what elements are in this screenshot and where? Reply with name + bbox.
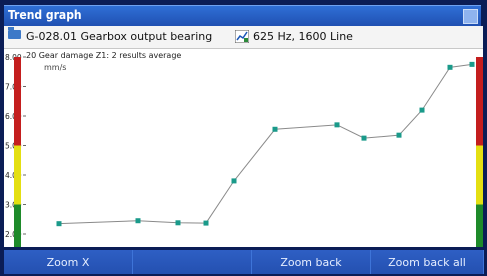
left-alarm-band-green bbox=[14, 204, 21, 247]
right-alarm-band-red bbox=[476, 57, 483, 146]
zoom-back-button[interactable]: Zoom back bbox=[252, 250, 371, 274]
zoom-x-button[interactable]: Zoom X bbox=[4, 250, 133, 274]
trend-data-point[interactable] bbox=[135, 218, 141, 224]
trend-data-point[interactable] bbox=[447, 64, 453, 70]
y-unit-label: mm/s bbox=[44, 63, 66, 72]
machine-label: G-028.01 Gearbox output bearing bbox=[26, 30, 213, 43]
trend-data-point[interactable] bbox=[334, 122, 340, 128]
trend-data-point[interactable] bbox=[469, 61, 475, 67]
measurement-label: 625 Hz, 1600 Line bbox=[253, 30, 353, 43]
zoom-back-all-button[interactable]: Zoom back all bbox=[371, 250, 484, 274]
trend-data-point[interactable] bbox=[272, 126, 278, 132]
title-bar: Trend graph bbox=[4, 5, 481, 27]
trend-data-point[interactable] bbox=[203, 220, 209, 226]
measurement-header: G-028.01 Gearbox output bearing 625 Hz, … bbox=[4, 26, 483, 49]
empty-toolbar-button[interactable] bbox=[133, 250, 252, 274]
window-frame: Trend graph G-028.01 Gearbox output bear… bbox=[0, 0, 487, 276]
trend-plot-area[interactable]: 8.00 7.00 6.00 5.00 4.00 3.00 2.00 20 Gear dam… bbox=[4, 49, 483, 247]
right-alarm-band-yellow bbox=[476, 145, 483, 205]
trend-data-point[interactable] bbox=[56, 221, 62, 227]
trend-chart[interactable]: 8.007.006.005.004.003.002.00 20 Gear dam… bbox=[4, 49, 483, 247]
window-control-button[interactable] bbox=[463, 9, 478, 24]
trend-data-point[interactable] bbox=[231, 178, 237, 184]
trend-data-point[interactable] bbox=[396, 132, 402, 138]
trend-data-point[interactable] bbox=[175, 220, 181, 226]
trend-line bbox=[58, 63, 473, 225]
left-alarm-band-yellow bbox=[14, 145, 21, 205]
window-title: Trend graph bbox=[8, 8, 82, 22]
plot-annotation: 20 Gear damage Z1: 2 results average bbox=[26, 51, 181, 60]
left-alarm-band-red bbox=[14, 57, 21, 146]
trend-data-point[interactable] bbox=[361, 135, 367, 141]
trend-data-point[interactable] bbox=[419, 107, 425, 113]
measurement-icon bbox=[235, 30, 249, 43]
folder-icon bbox=[8, 27, 21, 39]
right-alarm-band-green bbox=[476, 204, 483, 247]
